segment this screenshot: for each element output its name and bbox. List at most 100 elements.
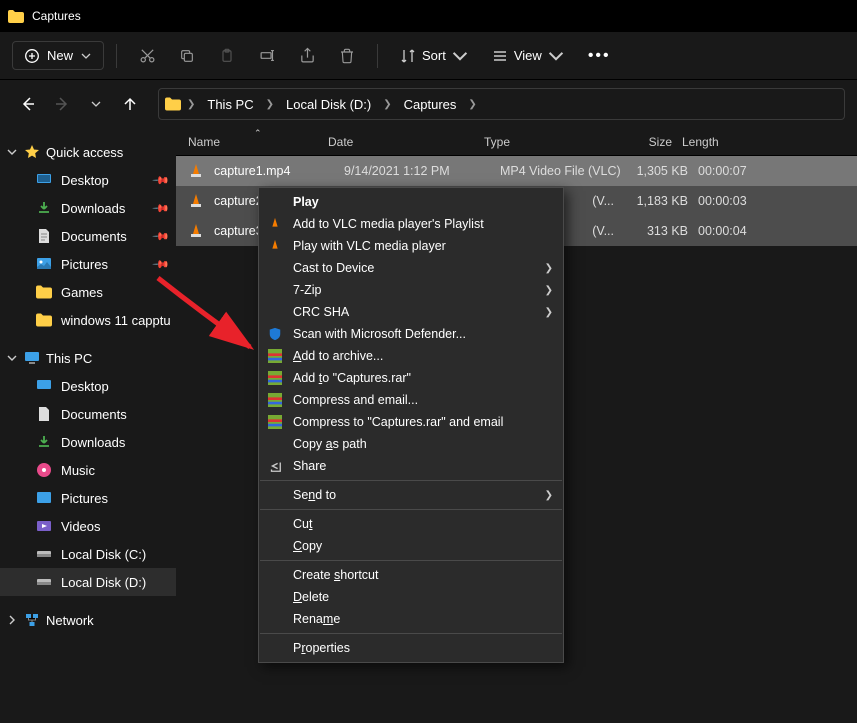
sidebar-header-network[interactable]: Network (0, 606, 176, 634)
col-type[interactable]: Type (484, 135, 604, 149)
ctx-rename[interactable]: Rename (259, 608, 563, 630)
desktop-icon (36, 172, 52, 188)
blank-icon (267, 611, 283, 627)
back-button[interactable] (12, 88, 44, 120)
sort-asc-icon: ⌃ (254, 128, 262, 139)
sidebar-item-documents[interactable]: Documents (0, 400, 176, 428)
ctx-delete[interactable]: Delete (259, 586, 563, 608)
toolbar: New Sort View ••• (0, 32, 857, 80)
chevron-down-icon (6, 352, 18, 364)
titlebar: Captures (0, 0, 857, 32)
view-icon (492, 48, 508, 64)
file-length: 00:00:04 (698, 224, 778, 238)
col-name[interactable]: Name⌃ (188, 135, 328, 149)
forward-button[interactable] (46, 88, 78, 120)
chevron-right-icon[interactable]: ❯ (466, 99, 478, 110)
star-icon (24, 144, 40, 160)
desktop-icon (36, 378, 52, 394)
ctx-add-playlist[interactable]: Add to VLC media player's Playlist (259, 213, 563, 235)
sidebar-item-label: Desktop (61, 173, 109, 188)
share-icon (267, 458, 283, 474)
col-length[interactable]: Length (682, 135, 762, 149)
ctx-cast[interactable]: Cast to Device❯ (259, 257, 563, 279)
recent-button[interactable] (80, 88, 112, 120)
disk-icon (36, 546, 52, 562)
sort-icon (400, 48, 416, 64)
winrar-icon (267, 370, 283, 386)
breadcrumb[interactable]: Captures (398, 93, 463, 116)
rename-button[interactable] (249, 38, 285, 74)
sidebar-item-desktop[interactable]: Desktop (0, 372, 176, 400)
ctx-7zip[interactable]: 7-Zip❯ (259, 279, 563, 301)
chevron-right-icon: ❯ (545, 285, 553, 296)
more-button[interactable]: ••• (578, 47, 621, 65)
sidebar-label: Network (46, 613, 94, 628)
sidebar-item-label: Documents (61, 407, 127, 422)
blank-icon (267, 282, 283, 298)
sidebar-item-desktop[interactable]: Desktop 📌 (0, 166, 176, 194)
sidebar-item-downloads[interactable]: Downloads 📌 (0, 194, 176, 222)
chevron-down-icon (452, 48, 468, 64)
table-row[interactable]: capture1.mp4 9/14/2021 1:12 PM MP4 Video… (176, 156, 857, 186)
sidebar-header-this-pc[interactable]: This PC (0, 344, 176, 372)
sort-label: Sort (422, 48, 446, 63)
ctx-share[interactable]: Share (259, 455, 563, 477)
view-button[interactable]: View (482, 42, 574, 70)
ctx-defender[interactable]: Scan with Microsoft Defender... (259, 323, 563, 345)
ctx-compress-captures[interactable]: Compress to "Captures.rar" and email (259, 411, 563, 433)
cut-button[interactable] (129, 38, 165, 74)
ctx-properties[interactable]: Properties (259, 637, 563, 659)
sidebar-item-label: Videos (61, 519, 101, 534)
sort-button[interactable]: Sort (390, 42, 478, 70)
sidebar-item-downloads[interactable]: Downloads (0, 428, 176, 456)
ctx-cut[interactable]: Cut (259, 513, 563, 535)
chevron-right-icon[interactable]: ❯ (185, 99, 197, 110)
separator (260, 509, 562, 510)
document-icon (36, 406, 52, 422)
disk-icon (36, 574, 52, 590)
vlc-icon (267, 216, 283, 232)
sidebar-label: This PC (46, 351, 92, 366)
new-button[interactable]: New (12, 41, 104, 70)
paste-button[interactable] (209, 38, 245, 74)
col-size[interactable]: Size (604, 135, 682, 149)
delete-button[interactable] (329, 38, 365, 74)
copy-button[interactable] (169, 38, 205, 74)
share-button[interactable] (289, 38, 325, 74)
sidebar-item-label: windows 11 capptures (61, 313, 170, 328)
sidebar-item-videos[interactable]: Videos (0, 512, 176, 540)
ctx-add-captures[interactable]: Add to "Captures.rar" (259, 367, 563, 389)
ctx-crc[interactable]: CRC SHA❯ (259, 301, 563, 323)
ctx-copy-path[interactable]: Copy as path (259, 433, 563, 455)
blank-icon (267, 194, 283, 210)
blank-icon (267, 567, 283, 583)
sidebar-header-quick-access[interactable]: Quick access (0, 138, 176, 166)
vlc-icon (267, 238, 283, 254)
ctx-compress-email[interactable]: Compress and email... (259, 389, 563, 411)
up-button[interactable] (114, 88, 146, 120)
ctx-play-vlc[interactable]: Play with VLC media player (259, 235, 563, 257)
sidebar-item-disk-c[interactable]: Local Disk (C:) (0, 540, 176, 568)
sidebar-item-label: Pictures (61, 257, 108, 272)
col-date[interactable]: Date (328, 135, 484, 149)
plus-circle-icon (25, 49, 39, 63)
ctx-copy[interactable]: Copy (259, 535, 563, 557)
sidebar-item-label: Music (61, 463, 95, 478)
chevron-right-icon[interactable]: ❯ (264, 99, 276, 110)
address-bar[interactable]: ❯ This PC ❯ Local Disk (D:) ❯ Captures ❯ (158, 88, 845, 120)
ctx-send-to[interactable]: Send to❯ (259, 484, 563, 506)
file-length: 00:00:07 (698, 164, 778, 178)
ctx-shortcut[interactable]: Create shortcut (259, 564, 563, 586)
ctx-add-archive[interactable]: Add to archive... (259, 345, 563, 367)
sidebar-item-pictures[interactable]: Pictures 📌 (0, 250, 176, 278)
sidebar-item-pictures[interactable]: Pictures (0, 484, 176, 512)
breadcrumb[interactable]: This PC (201, 93, 259, 116)
sidebar-item-music[interactable]: Music (0, 456, 176, 484)
sidebar-item-games[interactable]: Games (0, 278, 176, 306)
ctx-play[interactable]: Play (259, 191, 563, 213)
sidebar-item-w11captures[interactable]: windows 11 capptures (0, 306, 176, 334)
breadcrumb[interactable]: Local Disk (D:) (280, 93, 377, 116)
chevron-right-icon[interactable]: ❯ (381, 99, 393, 110)
sidebar-item-documents[interactable]: Documents 📌 (0, 222, 176, 250)
sidebar-item-disk-d[interactable]: Local Disk (D:) (0, 568, 176, 596)
